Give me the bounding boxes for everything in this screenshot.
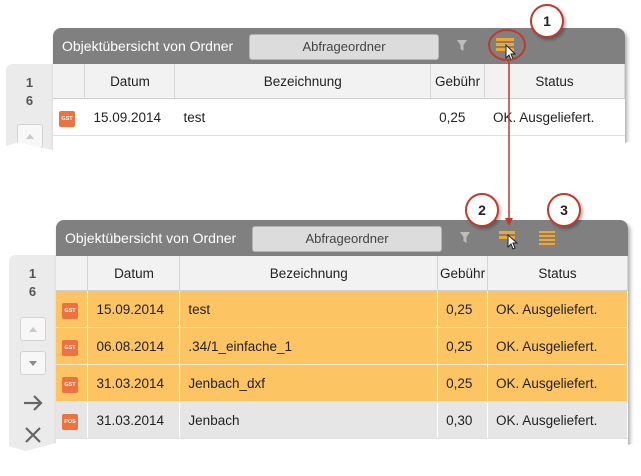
table-header: Datum Bezeichnung Gebühr Status [56,256,628,291]
scroll-up-button[interactable] [17,124,43,148]
row-name: .34/1_einfache_1 [179,327,439,365]
col-fee[interactable]: Gebühr [430,64,486,99]
folder-button[interactable]: Abfrageordner [252,226,442,252]
row-date: 06.08.2014 [87,327,181,365]
row-fee: 0,25 [437,364,489,402]
col-date[interactable]: Datum [87,256,181,291]
window-title: Objektübersicht von Ordner [62,38,234,54]
type-badge: GST [59,110,75,127]
row-status: OK. Ausgeliefert. [487,364,628,402]
col-name[interactable]: Bezeichnung [174,64,432,99]
title-bar: Objektübersicht von Ordner Abfrageordner [56,220,628,256]
table-row[interactable]: GST 31.03.2014 Jenbach_dxf 0,25 OK. Ausg… [56,364,628,402]
callout-3: 3 [547,193,581,227]
count-line-1: 1 [25,75,34,90]
arrow-up-icon [26,134,34,139]
select-all-cursor-icon [496,38,517,61]
row-fee: 0,30 [437,401,489,439]
object-count: 1 6 [9,265,56,301]
col-type[interactable] [56,256,89,291]
arrow-right-icon [23,395,43,411]
row-date: 31.03.2014 [87,364,181,402]
row-status: OK. Ausgeliefert. [484,98,625,136]
object-overview-window: Objektübersicht von Ordner Abfrageordner [53,28,625,152]
close-icon [24,427,41,443]
row-fee: 0,25 [437,327,489,365]
row-status: OK. Ausgeliefert. [487,401,628,439]
row-name: test [179,290,439,328]
row-fee: 0,25 [430,98,486,136]
type-badge: GST [62,302,78,319]
select-all-button[interactable] [489,28,523,64]
col-name[interactable]: Bezeichnung [179,256,439,291]
table-header: Datum Bezeichnung Gebühr Status [53,64,625,99]
table-row[interactable] [53,135,625,152]
table-row[interactable]: GST 06.08.2014 .34/1_einfache_1 0,25 OK.… [56,327,628,365]
scroll-down-button[interactable] [20,351,46,375]
col-status[interactable]: Status [484,64,625,99]
arrow-up-icon [29,327,37,332]
close-button[interactable] [9,423,56,452]
panel-after: 1 6 Objektübersicht von Ordner Abfrageor… [0,205,641,453]
side-toolbar: 1 6 [9,255,56,453]
row-name: Jenbach [179,401,439,439]
type-badge: POS [62,413,78,430]
count-line-2: 6 [25,93,34,108]
col-fee[interactable]: Gebühr [437,256,489,291]
table-row[interactable]: GST 15.09.2014 test 0,25 OK. Ausgeliefer… [53,98,625,136]
col-type[interactable] [53,64,86,99]
table-row[interactable]: GST 15.09.2014 test 0,25 OK. Ausgeliefer… [56,290,628,328]
folder-button[interactable]: Abfrageordner [249,34,439,60]
filter-icon [457,40,467,51]
callout-1: 1 [530,4,564,38]
row-date: 15.09.2014 [84,98,176,136]
filter-button[interactable] [447,28,477,64]
row-name: test [174,98,432,136]
table-row[interactable]: POS 31.03.2014 Jenbach 0,30 OK. Ausgelie… [56,401,628,439]
object-table: Datum Bezeichnung Gebühr Status GST 15.0… [56,256,628,439]
callout-2: 2 [465,193,499,227]
col-status[interactable]: Status [487,256,628,291]
select-all-icon [499,231,519,250]
side-toolbar: 1 6 [6,64,53,152]
count-line-2: 6 [28,284,37,299]
row-date: 15.09.2014 [87,290,181,328]
count-line-1: 1 [28,266,37,281]
object-overview-window: Objektübersicht von Ordner Abfrageordner [56,220,628,453]
row-date: 31.03.2014 [87,401,181,439]
object-count: 1 6 [6,74,53,110]
col-date[interactable]: Datum [84,64,176,99]
row-name: Jenbach_dxf [179,364,439,402]
scroll-up-button[interactable] [20,317,46,341]
row-fee: 0,25 [437,290,489,328]
go-button[interactable] [9,391,56,420]
object-table: Datum Bezeichnung Gebühr Status GST 15.0… [53,64,625,152]
row-status: OK. Ausgeliefert. [487,327,628,365]
row-status: OK. Ausgeliefert. [487,290,628,328]
type-badge: GST [62,339,78,356]
type-badge: GST [62,376,78,393]
window-title: Objektübersicht von Ordner [65,230,237,246]
select-all-button[interactable] [494,220,524,256]
arrow-down-icon [29,361,37,366]
